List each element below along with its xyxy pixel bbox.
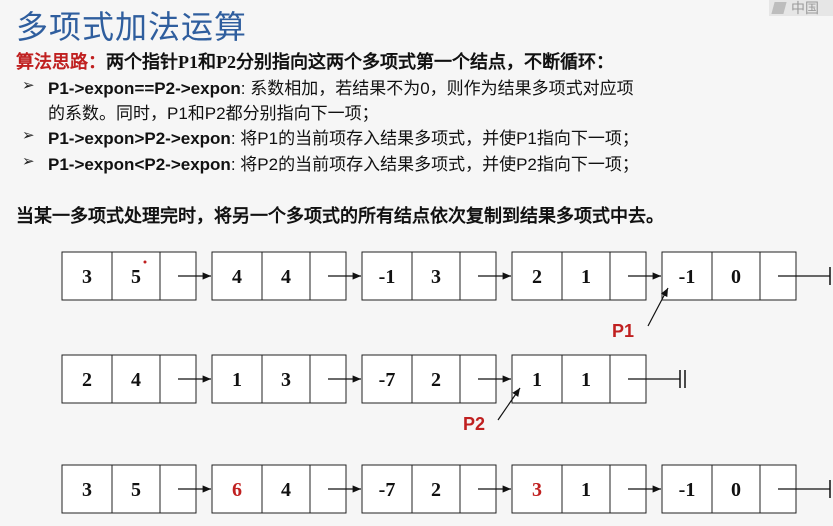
node-coef: 2 [82,369,92,391]
node-coef: -1 [379,266,396,288]
marker-dot [143,260,147,264]
node-expon: 1 [581,266,591,288]
linked-list-diagram: 3 5 4 4 -1 3 2 1 -1 0 2 4 1 3 -7 2 1 1 3 5 6 4 -7 2 3 1 -1 0 P1 P2 [61,251,831,514]
node-expon: 4 [281,479,291,501]
node-coef: -1 [679,266,696,288]
node-expon: 2 [431,479,441,501]
p1-arrow [647,287,669,327]
node-expon: 5 [131,266,141,288]
node-coef: -1 [679,479,696,501]
node-expon: 4 [281,266,291,288]
node-expon: 3 [281,369,291,391]
p2-arrow [497,387,521,421]
node-coef: 4 [232,266,242,288]
node-expon: 0 [731,266,741,288]
p1-label: P1 [612,321,634,341]
node-coef: 1 [532,369,542,391]
node-expon: 3 [431,266,441,288]
node-expon: 1 [581,369,591,391]
node-expon: 2 [431,369,441,391]
node-coef: 3 [82,266,92,288]
node-coef: 3 [82,479,92,501]
node-coef: 3 [532,479,542,501]
node-coef: 2 [532,266,542,288]
node-coef: -7 [379,369,396,391]
node-coef: -7 [379,479,396,501]
node-expon: 0 [731,479,741,501]
node-coef: 1 [232,369,242,391]
p2-label: P2 [463,414,485,434]
node-expon: 4 [131,369,141,391]
node-coef: 6 [232,479,242,501]
node-expon: 1 [581,479,591,501]
node-expon: 5 [131,479,141,501]
